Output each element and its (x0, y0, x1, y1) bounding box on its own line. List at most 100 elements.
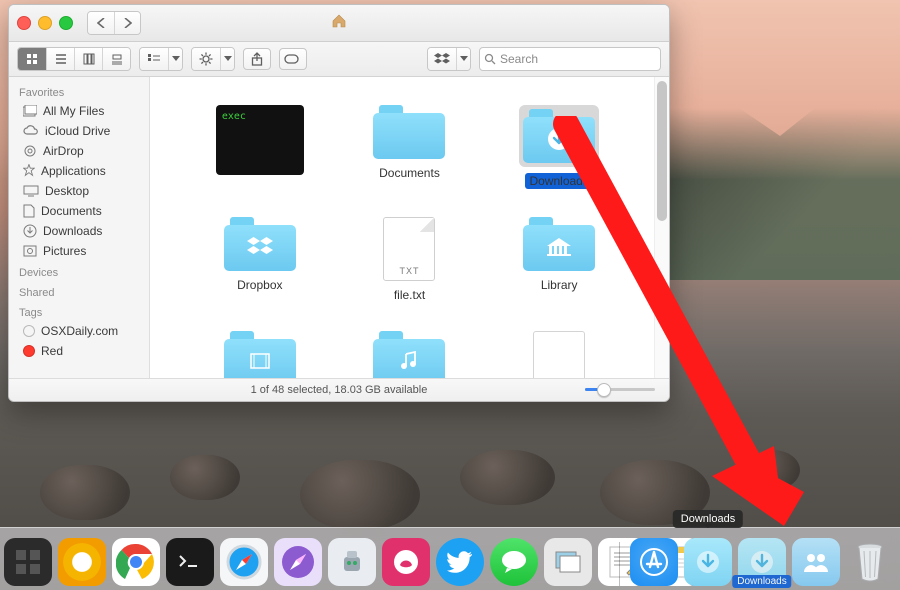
file-item-downloads[interactable]: Downloads (499, 105, 619, 189)
safari-icon (224, 542, 264, 582)
file-item-documents[interactable]: Documents (349, 105, 469, 189)
sidebar-header-shared: Shared (9, 281, 149, 301)
drag-label: Downloads (732, 575, 791, 588)
download-glyph-icon (749, 549, 775, 575)
window-controls (17, 16, 73, 30)
view-switcher (17, 47, 131, 71)
music-glyph-icon (399, 351, 419, 371)
view-list-button[interactable] (46, 48, 74, 70)
file-item-doc[interactable] (499, 331, 619, 378)
icon-size-slider[interactable] (585, 385, 655, 393)
chrome-icon (116, 542, 156, 582)
folder-icon (224, 217, 296, 271)
app-store-icon (640, 548, 668, 576)
document-icon (533, 331, 585, 378)
file-item-dropbox[interactable]: Dropbox (200, 217, 320, 303)
download-glyph-icon (546, 126, 572, 152)
dock-safari-preview[interactable] (274, 538, 322, 586)
file-item-music[interactable] (349, 331, 469, 378)
dock-dragged-downloads[interactable]: Downloads (738, 538, 786, 586)
file-item[interactable]: exec (200, 105, 320, 189)
view-coverflow-button[interactable] (102, 48, 130, 70)
file-item-library[interactable]: Library (499, 217, 619, 303)
automator-icon (335, 545, 369, 579)
arrange-dropdown[interactable] (168, 48, 182, 70)
desktop-wallpaper: Search Favorites All My Files iCloud Dri… (0, 0, 900, 590)
download-glyph-icon (695, 549, 721, 575)
dock-safari[interactable] (220, 538, 268, 586)
dropbox-glyph-icon (247, 237, 273, 257)
tag-dot-icon (23, 345, 35, 357)
sidebar-item-downloads[interactable]: Downloads (9, 221, 149, 241)
dock-terminal[interactable] (166, 538, 214, 586)
folder-icon (373, 331, 445, 378)
twitter-icon (447, 551, 473, 573)
sidebar-item-desktop[interactable]: Desktop (9, 181, 149, 201)
finder-window: Search Favorites All My Files iCloud Dri… (8, 4, 670, 402)
file-item-movies[interactable] (200, 331, 320, 378)
dock-preview[interactable] (544, 538, 592, 586)
dock-mission-control[interactable] (4, 538, 52, 586)
library-glyph-icon (547, 238, 571, 256)
dock-app-store[interactable] (630, 538, 678, 586)
tags-button[interactable] (279, 48, 307, 70)
sidebar-header-tags: Tags (9, 301, 149, 321)
back-button[interactable] (88, 12, 114, 34)
dropbox-button[interactable] (428, 48, 456, 70)
dock-tooltip: Downloads (673, 510, 743, 528)
dock-chrome[interactable] (112, 538, 160, 586)
close-button[interactable] (17, 16, 31, 30)
status-text: 1 of 48 selected, 18.03 GB available (251, 384, 428, 396)
share-button[interactable] (243, 48, 271, 70)
dock-twitter[interactable] (436, 538, 484, 586)
file-item-file-txt[interactable]: TXT file.txt (349, 217, 469, 303)
sidebar-header-devices: Devices (9, 261, 149, 281)
folder-icon (523, 109, 595, 163)
skitch-icon (391, 547, 421, 577)
txt-file-icon: TXT (383, 217, 435, 281)
arrange-button[interactable] (140, 48, 168, 70)
dropbox-dropdown[interactable] (456, 48, 470, 70)
dock-right-section: Downloads Downloads (615, 538, 894, 586)
forward-button[interactable] (114, 12, 140, 34)
sidebar-item-airdrop[interactable]: AirDrop (9, 141, 149, 161)
sidebar-item-pictures[interactable]: Pictures (9, 241, 149, 261)
finder-content[interactable]: exec Documents Downloads (150, 77, 669, 378)
wallpaper-rocks (0, 390, 900, 530)
dock-downloads-stack[interactable]: Downloads (684, 538, 732, 586)
mission-control-icon (13, 547, 43, 577)
sidebar-tag-osxdaily[interactable]: OSXDaily.com (9, 321, 149, 341)
sidebar-item-all-my-files[interactable]: All My Files (9, 101, 149, 121)
scrollbar-thumb[interactable] (657, 81, 667, 221)
dock-shared-folder[interactable] (792, 538, 840, 586)
sidebar-header-favorites: Favorites (9, 81, 149, 101)
dock: Downloads Downloads (0, 518, 900, 590)
minimize-button[interactable] (38, 16, 52, 30)
icon-grid: exec Documents Downloads (150, 77, 659, 378)
search-field[interactable]: Search (479, 47, 661, 71)
sidebar-tag-red[interactable]: Red (9, 341, 149, 361)
action-group (191, 47, 235, 71)
dock-skitch[interactable] (382, 538, 430, 586)
nav-buttons (87, 11, 141, 35)
sidebar-item-applications[interactable]: Applications (9, 161, 149, 181)
view-column-button[interactable] (74, 48, 102, 70)
sidebar-item-documents[interactable]: Documents (9, 201, 149, 221)
dock-messages[interactable] (490, 538, 538, 586)
cloud-icon (23, 125, 39, 137)
documents-icon (23, 204, 35, 218)
dock-automator[interactable] (328, 538, 376, 586)
dock-trash[interactable] (846, 538, 894, 586)
vertical-scrollbar[interactable] (654, 77, 669, 378)
dock-chrome-canary[interactable] (58, 538, 106, 586)
slider-knob[interactable] (597, 383, 611, 397)
fullscreen-button[interactable] (59, 16, 73, 30)
folder-icon (523, 217, 595, 271)
sidebar-item-icloud-drive[interactable]: iCloud Drive (9, 121, 149, 141)
view-icon-button[interactable] (18, 48, 46, 70)
search-icon (484, 53, 496, 65)
finder-titlebar[interactable] (9, 5, 669, 42)
action-dropdown[interactable] (220, 48, 234, 70)
action-button[interactable] (192, 48, 220, 70)
tag-dot-icon (23, 325, 35, 337)
